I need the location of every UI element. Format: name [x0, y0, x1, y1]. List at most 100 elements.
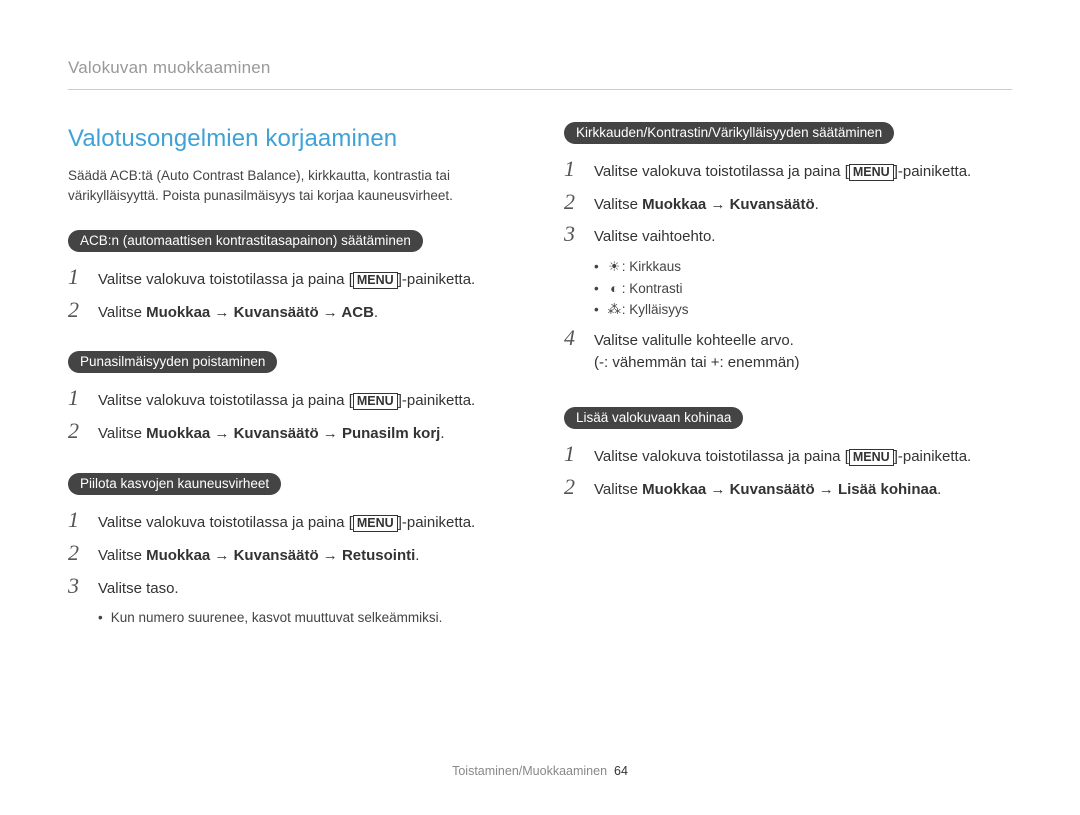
left-column: Valotusongelmien korjaaminen Säädä ACB:t… — [68, 122, 516, 635]
text: Valitse valokuva toistotilassa ja paina … — [98, 392, 353, 409]
text: Valitse — [594, 196, 642, 213]
step: 2 Valitse Muokkaa → Kuvansäätö → ACB. — [68, 299, 516, 324]
step-text: Valitse Muokkaa → Kuvansäätö → Retusoint… — [98, 545, 516, 567]
text: . — [815, 196, 819, 213]
step: 2 Valitse Muokkaa → Kuvansäätö → Retusoi… — [68, 542, 516, 567]
step-text: Valitse taso. — [98, 578, 516, 600]
step: 1 Valitse valokuva toistotilassa ja pain… — [68, 387, 516, 412]
step-number: 2 — [68, 299, 88, 321]
text: Valitse valokuva toistotilassa ja paina … — [594, 163, 849, 180]
text: ]-painiketta. — [398, 271, 476, 288]
menu-path: Muokkaa → Kuvansäätö → Retusointi — [146, 547, 415, 564]
step-text: Valitse vaihtoehto. — [594, 226, 1012, 248]
step-text: Valitse valokuva toistotilassa ja paina … — [98, 512, 516, 534]
note-list: Kun numero suurenee, kasvot muuttuvat se… — [98, 607, 516, 629]
step-number: 3 — [564, 223, 584, 245]
step-text: Valitse valitulle kohteelle arvo. (-: vä… — [594, 330, 1012, 374]
option-contrast: ◐: Kontrasti — [594, 278, 1012, 300]
step: 1 Valitse valokuva toistotilassa ja pain… — [564, 158, 1012, 183]
step-number: 1 — [68, 387, 88, 409]
step-number: 2 — [564, 476, 584, 498]
label: : Kylläisyys — [622, 302, 689, 317]
step-number: 4 — [564, 327, 584, 349]
text: . — [937, 481, 941, 498]
menu-path: Muokkaa → Kuvansäätö → ACB — [146, 304, 374, 321]
menu-button-icon: MENU — [849, 449, 894, 466]
step-text: Valitse Muokkaa → Kuvansäätö → ACB. — [98, 302, 516, 324]
right-column: Kirkkauden/Kontrastin/Värikylläisyyden s… — [564, 122, 1012, 635]
step-number: 2 — [68, 542, 88, 564]
columns: Valotusongelmien korjaaminen Säädä ACB:t… — [68, 90, 1012, 635]
menu-button-icon: MENU — [353, 272, 398, 289]
step-number: 1 — [68, 509, 88, 531]
step-text: Valitse valokuva toistotilassa ja paina … — [98, 269, 516, 291]
step-number: 2 — [68, 420, 88, 442]
step-text: Valitse Muokkaa → Kuvansäätö. — [594, 194, 1012, 216]
text: . — [374, 304, 378, 321]
step: 2 Valitse Muokkaa → Kuvansäätö → Punasil… — [68, 420, 516, 445]
menu-button-icon: MENU — [353, 515, 398, 532]
contrast-icon: ◐ — [607, 279, 622, 299]
footer-label: Toistaminen/Muokkaaminen — [452, 764, 607, 778]
option-saturation: ⁂: Kylläisyys — [594, 299, 1012, 321]
text: Valitse — [594, 481, 642, 498]
step: 3 Valitse taso. — [68, 575, 516, 600]
text: Valitse valitulle kohteelle arvo. — [594, 332, 794, 349]
step: 1 Valitse valokuva toistotilassa ja pain… — [564, 443, 1012, 468]
text: Valitse — [98, 304, 146, 321]
options-list: ☀: Kirkkaus ◐: Kontrasti ⁂: Kylläisyys — [594, 256, 1012, 321]
step-text: Valitse Muokkaa → Kuvansäätö → Punasilm … — [98, 423, 516, 445]
steps-bcs-4: 4 Valitse valitulle kohteelle arvo. (-: … — [564, 327, 1012, 374]
footer: Toistaminen/Muokkaaminen 64 — [0, 762, 1080, 780]
step: 3 Valitse vaihtoehto. — [564, 223, 1012, 248]
option-brightness: ☀: Kirkkaus — [594, 256, 1012, 278]
menu-button-icon: MENU — [353, 393, 398, 410]
step: 1 Valitse valokuva toistotilassa ja pain… — [68, 266, 516, 291]
menu-path: Muokkaa → Kuvansäätö → Lisää kohinaa — [642, 481, 937, 498]
label: : Kontrasti — [622, 281, 683, 296]
text: . — [415, 547, 419, 564]
section-title: Valotusongelmien korjaaminen — [68, 122, 516, 157]
pill-redeye: Punasilmäisyyden poistaminen — [68, 351, 277, 373]
step-number: 1 — [564, 443, 584, 465]
step: 2 Valitse Muokkaa → Kuvansäätö → Lisää k… — [564, 476, 1012, 501]
chapter-title: Valokuvan muokkaaminen — [68, 56, 1012, 90]
steps-bcs: 1 Valitse valokuva toistotilassa ja pain… — [564, 158, 1012, 248]
page-number: 64 — [614, 764, 628, 778]
text: . — [440, 425, 444, 442]
menu-button-icon: MENU — [849, 164, 894, 181]
step-text: Valitse valokuva toistotilassa ja paina … — [594, 161, 1012, 183]
note: Kun numero suurenee, kasvot muuttuvat se… — [98, 607, 516, 629]
step: 4 Valitse valitulle kohteelle arvo. (-: … — [564, 327, 1012, 374]
step-number: 1 — [564, 158, 584, 180]
text: ]-painiketta. — [398, 514, 476, 531]
saturation-icon: ⁂ — [607, 300, 622, 320]
menu-path: Muokkaa → Kuvansäätö — [642, 196, 815, 213]
pill-retouch: Piilota kasvojen kauneusvirheet — [68, 473, 281, 495]
step-text: Valitse Muokkaa → Kuvansäätö → Lisää koh… — [594, 479, 1012, 501]
text: Valitse valokuva toistotilassa ja paina … — [98, 514, 353, 531]
pill-acb: ACB:n (automaattisen kontrastitasapainon… — [68, 230, 423, 252]
section-intro: Säädä ACB:tä (Auto Contrast Balance), ki… — [68, 166, 516, 205]
menu-path: Muokkaa → Kuvansäätö → Punasilm korj — [146, 425, 440, 442]
text: ]-painiketta. — [894, 448, 972, 465]
steps-noise: 1 Valitse valokuva toistotilassa ja pain… — [564, 443, 1012, 501]
text: ]-painiketta. — [398, 392, 476, 409]
steps-redeye: 1 Valitse valokuva toistotilassa ja pain… — [68, 387, 516, 445]
step: 2 Valitse Muokkaa → Kuvansäätö. — [564, 191, 1012, 216]
text: (-: vähemmän tai +: enemmän) — [594, 354, 800, 371]
brightness-icon: ☀ — [607, 257, 622, 277]
page: Valokuvan muokkaaminen Valotusongelmien … — [0, 0, 1080, 655]
pill-noise: Lisää valokuvaan kohinaa — [564, 407, 743, 429]
step-number: 2 — [564, 191, 584, 213]
text: Valitse — [98, 547, 146, 564]
text: Valitse valokuva toistotilassa ja paina … — [98, 271, 353, 288]
step-text: Valitse valokuva toistotilassa ja paina … — [594, 446, 1012, 468]
text: Valitse — [98, 425, 146, 442]
text: Valitse valokuva toistotilassa ja paina … — [594, 448, 849, 465]
label: : Kirkkaus — [622, 259, 681, 274]
steps-retouch: 1 Valitse valokuva toistotilassa ja pain… — [68, 509, 516, 599]
pill-bcs: Kirkkauden/Kontrastin/Värikylläisyyden s… — [564, 122, 894, 144]
text: ]-painiketta. — [894, 163, 972, 180]
step: 1 Valitse valokuva toistotilassa ja pain… — [68, 509, 516, 534]
